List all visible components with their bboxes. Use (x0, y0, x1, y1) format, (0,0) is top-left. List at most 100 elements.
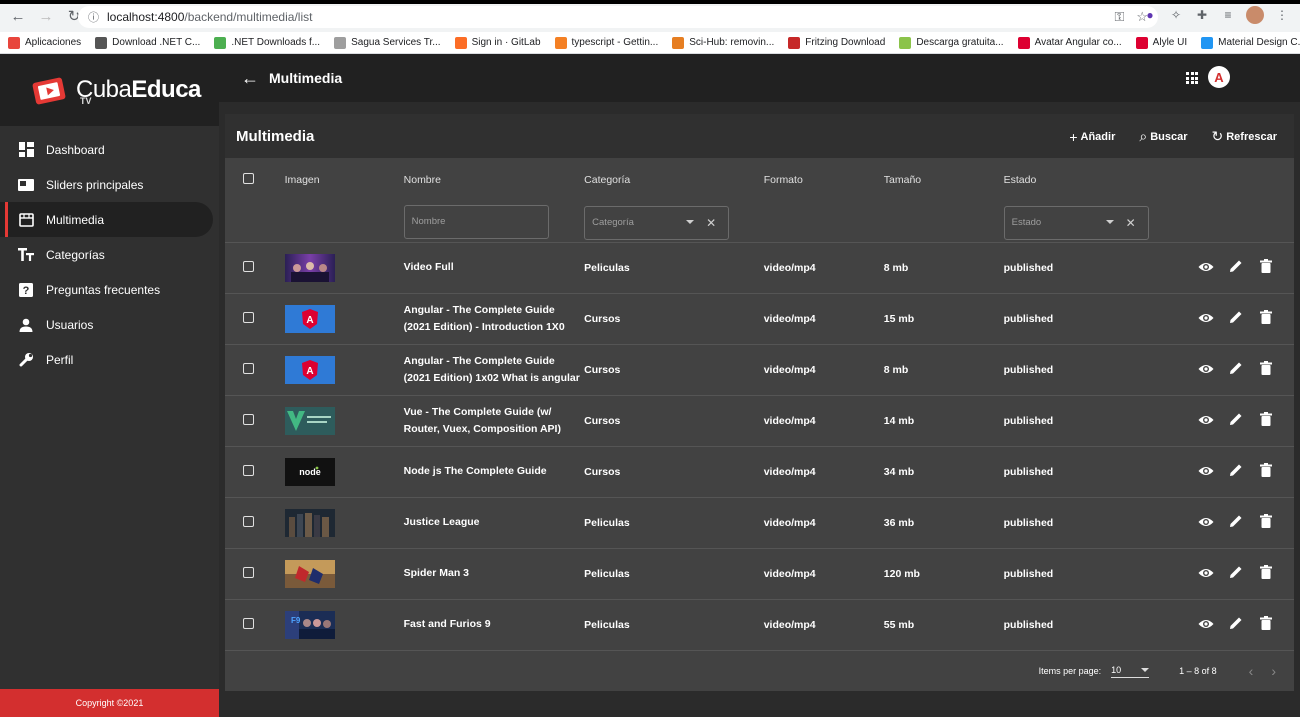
clear-icon[interactable]: ✕ (706, 216, 716, 230)
view-eye-icon[interactable] (1198, 566, 1214, 582)
sidebar-item-multimedia[interactable]: Multimedia (0, 202, 213, 237)
delete-trash-icon[interactable] (1258, 412, 1274, 429)
refresh-button[interactable]: ↻ Refrescar (1212, 128, 1278, 145)
bookmark-label: Sagua Services Tr... (351, 37, 441, 48)
column-header-size[interactable]: Tamaño (884, 158, 1004, 202)
bookmark-item[interactable]: Avatar Angular co... (1017, 36, 1122, 49)
cell-size: 36 mb (883, 516, 915, 529)
bookmark-item[interactable]: Descarga gratuita... (899, 36, 1004, 49)
view-eye-icon[interactable] (1198, 464, 1214, 480)
view-eye-icon[interactable] (1198, 515, 1214, 531)
bookmark-item[interactable]: Sagua Services Tr... (334, 36, 441, 49)
column-header-status[interactable]: Estado (1004, 158, 1149, 202)
help-icon: ? (18, 282, 34, 298)
delete-trash-icon[interactable] (1258, 514, 1274, 531)
bookmark-item[interactable]: Material Design C... (1201, 36, 1300, 49)
menu-icon[interactable]: ⋮ (1274, 7, 1290, 23)
column-header-name[interactable]: Nombre (404, 158, 585, 202)
row-checkbox[interactable] (243, 260, 254, 272)
view-eye-icon[interactable] (1198, 413, 1214, 429)
category-filter-select[interactable]: Categoría ✕ (584, 205, 730, 240)
row-checkbox[interactable] (243, 617, 254, 629)
search-button[interactable]: ⌕ Buscar (1139, 128, 1187, 145)
delete-trash-icon[interactable] (1258, 616, 1274, 633)
edit-pencil-icon[interactable] (1228, 514, 1244, 531)
puzzle-icon[interactable]: ✚ (1194, 7, 1210, 23)
table-row[interactable]: Vue - The Complete Guide (w/Router, Vuex… (225, 395, 1294, 446)
apps-grid-icon[interactable] (1186, 72, 1198, 84)
clear-icon[interactable]: ✕ (1126, 216, 1136, 230)
bookmark-item[interactable]: Download .NET C... (95, 36, 200, 49)
row-checkbox[interactable] (243, 464, 254, 476)
multimedia-table: Imagen Nombre Categoría Formato Tamaño E… (225, 158, 1294, 651)
edit-pencil-icon[interactable] (1228, 616, 1244, 633)
bookmark-item[interactable]: Sci-Hub: removin... (672, 36, 774, 49)
extension-icon[interactable]: ✧ (1168, 7, 1184, 23)
sidebar-item-perfil[interactable]: Perfil (0, 342, 213, 377)
user-avatar[interactable]: A (1208, 66, 1230, 88)
bookmarks-bar: Aplicaciones Download .NET C... .NET Downl… (0, 32, 1300, 54)
profile-avatar[interactable] (1246, 6, 1264, 24)
add-button[interactable]: + Añadir (1069, 128, 1115, 145)
info-icon[interactable]: ⓘ (88, 9, 99, 25)
logo[interactable]: CubaEduca TV (0, 54, 219, 126)
bookmark-item[interactable]: Alyle UI (1135, 36, 1187, 49)
bookmark-item[interactable]: Aplicaciones (8, 36, 81, 49)
column-header-image[interactable]: Imagen (285, 158, 404, 202)
address-bar[interactable]: ⓘ localhost:4800/backend/multimedia/list… (78, 6, 1158, 28)
bookmark-item[interactable]: Fritzing Download (788, 36, 885, 49)
column-header-format[interactable]: Formato (764, 158, 884, 202)
previous-page-icon[interactable]: ‹ (1249, 663, 1254, 679)
view-eye-icon[interactable] (1198, 617, 1214, 633)
extension-icon[interactable]: ● (1142, 7, 1158, 23)
edit-pencil-icon[interactable] (1228, 361, 1244, 378)
row-checkbox[interactable] (243, 515, 254, 527)
row-checkbox[interactable] (243, 362, 254, 374)
browser-forward-icon[interactable]: → (34, 4, 58, 28)
table-row[interactable]: node Node js The Complete Guide Cursos vide… (225, 446, 1294, 497)
name-filter-input[interactable]: Nombre (403, 204, 549, 239)
row-checkbox[interactable] (243, 311, 254, 323)
edit-pencil-icon[interactable] (1228, 412, 1244, 429)
table-row[interactable]: Spider Man 3 Peliculas video/mp4 120 mb publ… (225, 548, 1294, 599)
table-row[interactable]: F9 Fast and Furios 9 Peliculas video/mp4 55 … (225, 599, 1294, 650)
reading-list-icon[interactable]: ≡ (1220, 7, 1236, 23)
edit-pencil-icon[interactable] (1228, 259, 1244, 276)
thumbnail-image (284, 406, 404, 435)
select-all-checkbox[interactable] (243, 173, 254, 184)
items-per-page-select[interactable]: 10 (1111, 665, 1150, 678)
sidebar-item-usuarios[interactable]: Usuarios (0, 307, 213, 342)
delete-trash-icon[interactable] (1258, 463, 1274, 480)
bookmark-item[interactable]: typescript - Gettin... (554, 36, 658, 49)
table-row[interactable]: A Angular - The Complete Guide (2021 Editi… (225, 344, 1294, 395)
column-header-category[interactable]: Categoría (584, 158, 764, 202)
sidebar-item-categor-as[interactable]: Categorías (0, 237, 213, 272)
sidebar-item-preguntas-frecuentes[interactable]: ? Preguntas frecuentes (0, 272, 213, 307)
cell-format: video/mp4 (763, 261, 816, 274)
table-row[interactable]: A Angular - The Complete Guide (2021 Editi… (225, 293, 1294, 344)
view-eye-icon[interactable] (1198, 362, 1214, 378)
bookmark-item[interactable]: .NET Downloads f... (214, 36, 320, 49)
view-eye-icon[interactable] (1198, 260, 1214, 276)
sidebar-item-dashboard[interactable]: Dashboard (0, 132, 213, 167)
table-row[interactable]: Justice League Peliculas video/mp4 36 mb pub… (225, 497, 1294, 548)
delete-trash-icon[interactable] (1258, 565, 1274, 582)
edit-pencil-icon[interactable] (1228, 565, 1244, 582)
view-eye-icon[interactable] (1198, 311, 1214, 327)
edit-pencil-icon[interactable] (1228, 463, 1244, 480)
sidebar-item-sliders-principales[interactable]: Sliders principales (0, 167, 213, 202)
arrow-back-icon[interactable]: ← (241, 68, 259, 89)
delete-trash-icon[interactable] (1258, 259, 1274, 276)
browser-back-icon[interactable]: ← (6, 4, 30, 28)
bookmark-item[interactable]: Sign in · GitLab (454, 36, 541, 49)
next-page-icon[interactable]: › (1271, 663, 1276, 679)
table-row[interactable]: Video Full Peliculas video/mp4 8 mb publishe… (225, 242, 1294, 293)
delete-trash-icon[interactable] (1258, 361, 1274, 378)
row-checkbox[interactable] (243, 413, 254, 425)
cell-format: video/mp4 (763, 567, 816, 580)
edit-pencil-icon[interactable] (1228, 310, 1244, 327)
row-checkbox[interactable] (243, 566, 254, 578)
status-filter-select[interactable]: Estado ✕ (1003, 205, 1149, 240)
delete-trash-icon[interactable] (1258, 310, 1274, 327)
key-icon[interactable]: ⚿ (1114, 9, 1124, 25)
